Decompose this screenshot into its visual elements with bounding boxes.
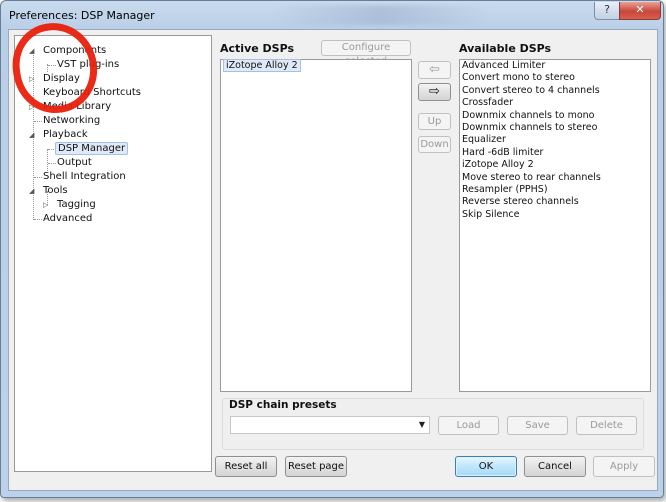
collapsed-icon[interactable]: ▷ <box>29 72 34 86</box>
list-item[interactable]: Convert mono to stereo <box>460 72 650 84</box>
list-item-label: Hard -6dB limiter <box>462 146 544 158</box>
tree-item-tools[interactable]: ◢ Tools <box>29 184 70 198</box>
list-item-label: Advanced Limiter <box>462 60 546 71</box>
list-item-label: Downmix channels to mono <box>462 109 595 121</box>
expanded-icon[interactable]: ◢ <box>29 184 34 198</box>
tree-item-networking[interactable]: Networking <box>41 114 102 128</box>
preferences-tree[interactable]: ◢ Components VST plug-ins ▷ Display Keyb… <box>14 35 212 472</box>
list-item[interactable]: Move stereo to rear channels <box>460 172 650 184</box>
preferences-window: Preferences: DSP Manager ? ✕ ◢ Component… <box>0 0 664 498</box>
list-item[interactable]: Convert stereo to 4 channels <box>460 85 650 97</box>
collapsed-icon[interactable]: ▷ <box>43 198 48 212</box>
tree-item-label: DSP Manager <box>55 142 129 155</box>
move-up-button[interactable]: Up <box>418 113 451 130</box>
tree-item-label: Shell Integration <box>43 171 126 182</box>
tree-item-playback[interactable]: ◢ Playback <box>29 128 90 142</box>
add-dsp-button[interactable]: ⇦ <box>418 61 451 79</box>
preset-combo[interactable]: ▼ <box>230 416 430 434</box>
list-item-label: Downmix channels to stereo <box>462 121 598 133</box>
list-item[interactable]: Downmix channels to stereo <box>460 122 650 134</box>
arrow-left-icon: ⇦ <box>429 62 440 77</box>
available-dsps-list[interactable]: Advanced Limiter Convert mono to stereo Co… <box>459 59 651 392</box>
chevron-down-icon[interactable]: ▼ <box>419 420 425 429</box>
help-button[interactable]: ? <box>594 2 620 20</box>
tree-item-tagging[interactable]: ▷ Tagging <box>43 198 98 212</box>
expanded-icon[interactable]: ◢ <box>29 128 34 142</box>
list-item[interactable]: Crossfader <box>460 97 650 109</box>
tree-item-label: Playback <box>43 129 88 140</box>
move-down-button[interactable]: Down <box>418 136 451 153</box>
save-preset-button[interactable]: Save <box>507 416 568 435</box>
tree-item-label: Output <box>57 157 92 168</box>
apply-button[interactable]: Apply <box>593 456 655 477</box>
title-bar[interactable]: Preferences: DSP Manager ? ✕ <box>1 1 663 29</box>
blurred-background-text <box>271 5 491 25</box>
tree-item-label: Components <box>43 45 107 56</box>
load-preset-button[interactable]: Load <box>438 416 499 435</box>
tree-item-output[interactable]: Output <box>55 156 94 170</box>
window-title: Preferences: DSP Manager <box>9 9 155 22</box>
tree-item-shell-integration[interactable]: Shell Integration <box>41 170 128 184</box>
list-item-label: Resampler (PPHS) <box>462 183 548 195</box>
dialog-client-area: ◢ Components VST plug-ins ▷ Display Keyb… <box>8 29 658 491</box>
list-item[interactable]: Equalizer <box>460 134 650 146</box>
tree-item-keyboard-shortcuts[interactable]: Keyboard Shortcuts <box>41 86 143 100</box>
tree-item-display[interactable]: ▷ Display <box>29 72 82 86</box>
list-item[interactable]: Advanced Limiter <box>460 60 650 72</box>
tree-item-vst-plug-ins[interactable]: VST plug-ins <box>55 58 121 72</box>
tree-item-label: Media Library <box>43 101 112 112</box>
list-item[interactable]: Downmix channels to mono <box>460 110 650 122</box>
tree-item-media-library[interactable]: ▷ Media Library <box>29 100 113 114</box>
tree-item-advanced[interactable]: Advanced <box>41 212 94 226</box>
active-dsps-title: Active DSPs <box>220 42 294 55</box>
reset-all-button[interactable]: Reset all <box>215 456 277 477</box>
reset-page-button[interactable]: Reset page <box>285 456 347 477</box>
help-icon: ? <box>604 3 610 16</box>
tree-item-dsp-manager[interactable]: DSP Manager <box>55 142 129 156</box>
list-item-label: Move stereo to rear channels <box>462 171 601 183</box>
remove-dsp-button[interactable]: ⇨ <box>418 83 451 101</box>
tree-item-label: VST plug-ins <box>57 59 120 70</box>
active-dsps-list[interactable]: iZotope Alloy 2 <box>220 59 412 392</box>
cancel-button[interactable]: Cancel <box>524 456 586 477</box>
list-item[interactable]: iZotope Alloy 2 <box>460 159 650 171</box>
collapsed-icon[interactable]: ▷ <box>29 100 34 114</box>
close-icon: ✕ <box>635 3 645 16</box>
list-item-label: Convert mono to stereo <box>462 72 575 84</box>
tree-line <box>47 149 48 171</box>
dsp-chain-presets-title: DSP chain presets <box>229 399 337 411</box>
tree-item-label: Advanced <box>43 213 93 224</box>
list-item[interactable]: Reverse stereo channels <box>460 196 650 208</box>
delete-preset-button[interactable]: Delete <box>576 416 637 435</box>
tree-item-label: Display <box>43 73 80 84</box>
tree-item-label: Tagging <box>57 199 96 210</box>
close-button[interactable]: ✕ <box>619 2 661 20</box>
list-item[interactable]: Skip Silence <box>460 209 650 221</box>
list-item-label: iZotope Alloy 2 <box>462 159 534 171</box>
list-item-label: Skip Silence <box>462 208 520 220</box>
list-item-label: iZotope Alloy 2 <box>223 59 301 72</box>
tree-item-components[interactable]: ◢ Components <box>29 44 108 58</box>
tree-item-label: Keyboard Shortcuts <box>43 87 141 98</box>
ok-button[interactable]: OK <box>455 456 517 477</box>
list-item[interactable]: iZotope Alloy 2 <box>221 59 411 72</box>
configure-selected-button[interactable]: Configure selected <box>321 40 411 67</box>
tree-item-label: Tools <box>43 185 68 196</box>
list-item[interactable]: Resampler (PPHS) <box>460 184 650 196</box>
expanded-icon[interactable]: ◢ <box>29 44 34 58</box>
arrow-right-icon: ⇨ <box>429 84 440 99</box>
list-item-label: Crossfader <box>462 97 513 109</box>
list-item-label: Convert stereo to 4 channels <box>462 84 600 96</box>
list-item[interactable]: Hard -6dB limiter <box>460 147 650 159</box>
list-item-label: Reverse stereo channels <box>462 196 579 208</box>
list-item-label: Equalizer <box>462 134 506 146</box>
available-dsps-title: Available DSPs <box>459 42 552 55</box>
tree-item-label: Networking <box>43 115 101 126</box>
